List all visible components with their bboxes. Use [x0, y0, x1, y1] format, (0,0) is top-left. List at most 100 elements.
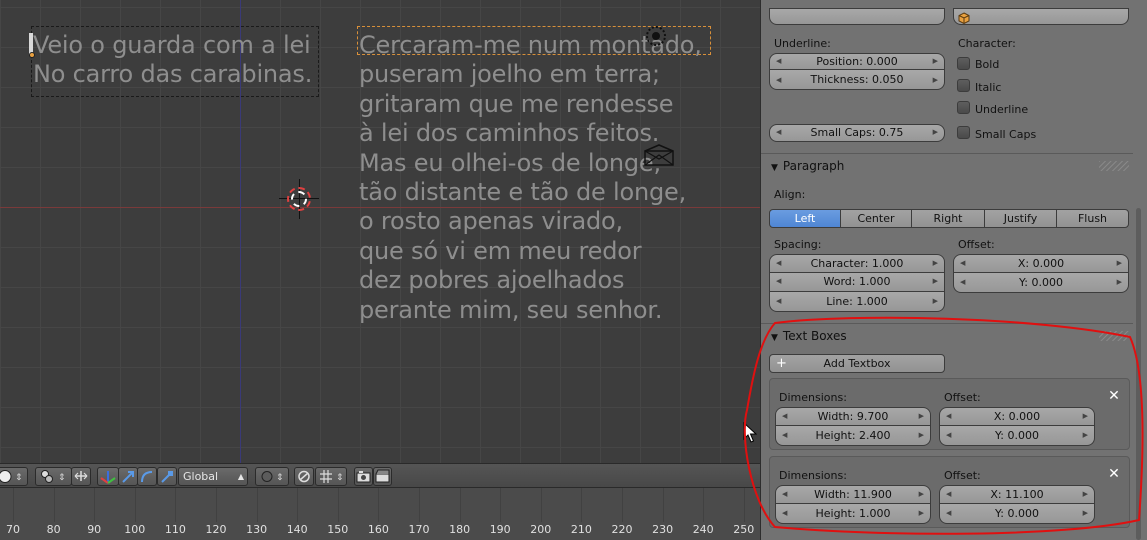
move-arrow-button[interactable]	[118, 467, 138, 486]
font-field-partial[interactable]	[769, 8, 945, 25]
align-flush-button[interactable]: Flush	[1056, 209, 1129, 228]
align-left-button[interactable]: Left	[769, 209, 841, 228]
align-center-button[interactable]: Center	[840, 209, 912, 228]
underline-checkbox[interactable]	[957, 101, 970, 114]
decrement-arrow-icon[interactable]: ◀	[776, 273, 781, 290]
decrement-arrow-icon[interactable]: ◀	[776, 292, 781, 311]
decrement-arrow-icon[interactable]: ◀	[946, 426, 951, 445]
decrement-arrow-icon[interactable]: ◀	[960, 273, 965, 292]
paragraph-offset-y-value: Y: 0.000	[1019, 276, 1063, 289]
increment-arrow-icon[interactable]: ▶	[933, 54, 938, 69]
small-caps-scale-value: Small Caps: 0.75	[810, 126, 904, 139]
spacing-word-field[interactable]: ◀ Word: 1.000 ▶	[769, 273, 945, 292]
drag-grip-icon[interactable]	[1099, 161, 1129, 171]
italic-checkbox[interactable]	[957, 79, 970, 92]
decrement-arrow-icon[interactable]: ◀	[960, 255, 965, 272]
decrement-arrow-icon[interactable]: ◀	[946, 486, 951, 503]
align-justify-button[interactable]: Justify	[984, 209, 1057, 228]
snap-element-button[interactable]: ⇕	[315, 467, 347, 486]
paragraph-section-header[interactable]: ▼ Paragraph	[771, 159, 844, 173]
textbox-2-height-field[interactable]: ◀ Height: 1.000 ▶	[775, 504, 931, 524]
textbox-1-width-value: Width: 9.700	[817, 410, 889, 423]
decrement-arrow-icon[interactable]: ◀	[782, 504, 787, 523]
textbox-1-height-field[interactable]: ◀ Height: 2.400 ▶	[775, 426, 931, 446]
object-field-partial[interactable]	[953, 8, 1129, 25]
add-textbox-button[interactable]: + Add Textbox	[769, 354, 945, 373]
underline-position-field[interactable]: ◀ Position: 0.000 ▶	[769, 53, 945, 70]
clapboard-button[interactable]	[373, 467, 392, 486]
text-object-box-2[interactable]: Cercaram-me num montado, puseram joelho …	[359, 31, 702, 325]
textbox-2-offset-x-field[interactable]: ◀ X: 11.100 ▶	[939, 485, 1095, 504]
object-origin-dot	[29, 52, 35, 58]
increment-arrow-icon[interactable]: ▶	[1083, 408, 1088, 425]
decrement-arrow-icon[interactable]: ◀	[776, 125, 781, 140]
3d-cursor-inner-ring	[291, 191, 307, 207]
proportional-edit-button[interactable]: ⇕	[255, 467, 289, 486]
text-line: perante mim, seu senhor.	[359, 295, 663, 324]
increment-arrow-icon[interactable]: ▶	[919, 486, 924, 503]
textbox-1-remove-icon[interactable]: ✕	[1107, 389, 1121, 403]
increment-arrow-icon[interactable]: ▶	[933, 125, 938, 140]
timeline-tick	[743, 488, 745, 522]
decrement-arrow-icon[interactable]: ◀	[776, 54, 781, 69]
textbox-2-remove-icon[interactable]: ✕	[1107, 467, 1121, 481]
align-flush-label: Flush	[1077, 212, 1108, 225]
decrement-arrow-icon[interactable]: ◀	[782, 408, 787, 425]
increment-arrow-icon[interactable]: ▶	[933, 255, 938, 272]
text-line: o rosto apenas virado,	[359, 207, 623, 236]
bold-checkbox[interactable]	[957, 57, 970, 70]
decrement-arrow-icon[interactable]: ◀	[776, 255, 781, 272]
scale-icon	[161, 471, 173, 483]
increment-arrow-icon[interactable]: ▶	[1083, 504, 1088, 523]
text-boxes-section-header[interactable]: ▼ Text Boxes	[771, 329, 847, 343]
textbox-2-offset-y-field[interactable]: ◀ Y: 0.000 ▶	[939, 504, 1095, 524]
textbox-1-offset-x-field[interactable]: ◀ X: 0.000 ▶	[939, 407, 1095, 426]
textbox-1-width-field[interactable]: ◀ Width: 9.700 ▶	[775, 407, 931, 426]
paragraph-offset-y-field[interactable]: ◀ Y: 0.000 ▶	[953, 273, 1129, 293]
small-caps-checkbox[interactable]	[957, 126, 970, 139]
textbox-2-height-value: Height: 1.000	[815, 507, 891, 520]
spacing-character-field[interactable]: ◀ Character: 1.000 ▶	[769, 254, 945, 273]
render-button[interactable]	[354, 467, 373, 486]
align-right-button[interactable]: Right	[911, 209, 985, 228]
increment-arrow-icon[interactable]: ▶	[933, 292, 938, 311]
translate-button[interactable]	[97, 467, 119, 486]
3d-viewport[interactable]: Veio o guarda com a lei No carro das car…	[0, 0, 760, 463]
rotate-button[interactable]	[137, 467, 157, 486]
envelope-object-icon[interactable]	[644, 144, 674, 166]
panel-scrollbar[interactable]	[1136, 208, 1141, 540]
increment-arrow-icon[interactable]: ▶	[919, 408, 924, 425]
pivot-button[interactable]: ⇕	[35, 467, 72, 486]
increment-arrow-icon[interactable]: ▶	[1083, 486, 1088, 503]
decrement-arrow-icon[interactable]: ◀	[946, 408, 951, 425]
underline-thickness-field[interactable]: ◀ Thickness: 0.050 ▶	[769, 70, 945, 90]
increment-arrow-icon[interactable]: ▶	[933, 70, 938, 90]
increment-arrow-icon[interactable]: ▶	[919, 426, 924, 445]
snap-toggle-button[interactable]	[294, 467, 314, 486]
bold-label: Bold	[975, 58, 1000, 71]
increment-arrow-icon[interactable]: ▶	[919, 504, 924, 523]
shading-button[interactable]: ⇕	[0, 467, 28, 486]
drag-grip-icon[interactable]	[1099, 331, 1129, 341]
timeline-tick	[297, 488, 299, 522]
increment-arrow-icon[interactable]: ▶	[1083, 426, 1088, 445]
textbox-2-width-field[interactable]: ◀ Width: 11.900 ▶	[775, 485, 931, 504]
decrement-arrow-icon[interactable]: ◀	[776, 70, 781, 90]
scale-button[interactable]	[157, 467, 177, 486]
small-caps-scale-field[interactable]: ◀ Small Caps: 0.75 ▶	[769, 124, 945, 142]
increment-arrow-icon[interactable]: ▶	[933, 273, 938, 290]
text-object-box-1[interactable]: Veio o guarda com a lei No carro das car…	[33, 31, 312, 89]
spacing-line-field[interactable]: ◀ Line: 1.000 ▶	[769, 292, 945, 312]
decrement-arrow-icon[interactable]: ◀	[782, 486, 787, 503]
textbox-1-offset-label: Offset:	[944, 391, 981, 404]
decrement-arrow-icon[interactable]: ◀	[946, 504, 951, 523]
timeline[interactable]: 70 80 90 100 110 120 130 140 150 160 170 180 190 200 2…	[0, 488, 760, 540]
textbox-2-width-value: Width: 11.900	[814, 488, 892, 501]
paragraph-offset-x-field[interactable]: ◀ X: 0.000 ▶	[953, 254, 1129, 273]
manipulator-toggle-button[interactable]	[71, 467, 91, 486]
transform-orientation-select[interactable]: Global ▲	[178, 467, 248, 486]
increment-arrow-icon[interactable]: ▶	[1117, 255, 1122, 272]
decrement-arrow-icon[interactable]: ◀	[782, 426, 787, 445]
textbox-1-offset-y-field[interactable]: ◀ Y: 0.000 ▶	[939, 426, 1095, 446]
increment-arrow-icon[interactable]: ▶	[1117, 273, 1122, 292]
